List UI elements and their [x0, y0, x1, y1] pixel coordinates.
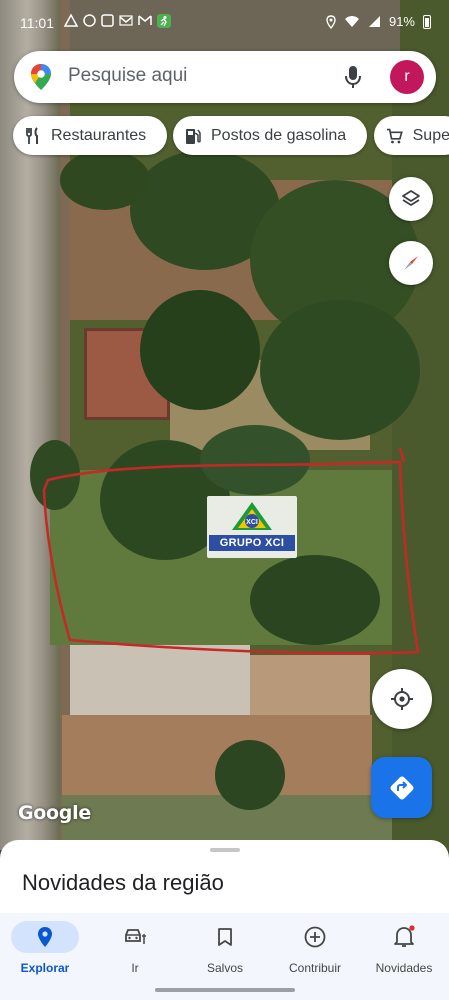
- nav-icon-wrap: [101, 921, 169, 953]
- status-time: 11:01: [20, 15, 54, 31]
- nav-item-contribuir[interactable]: Contribuir: [275, 913, 355, 983]
- fork-knife-icon: [26, 126, 38, 144]
- nav-item-explorar[interactable]: Explorar: [5, 913, 85, 983]
- chip-supermercados[interactable]: Supe: [374, 116, 449, 155]
- explore-pin-icon: [38, 927, 52, 947]
- nav-icon-wrap: [370, 921, 438, 953]
- nav-icon-wrap: [11, 921, 79, 953]
- search-input[interactable]: Pesquise aqui: [68, 65, 187, 87]
- bell-icon: [394, 925, 415, 947]
- chip-label: Supe: [412, 126, 449, 144]
- search-bar[interactable]: Pesquise aqui r: [14, 51, 436, 103]
- fitness-icon: [157, 14, 171, 28]
- battery-icon: [423, 14, 431, 29]
- sheet-title: Novidades da região: [22, 870, 224, 895]
- layers-icon: [402, 190, 420, 206]
- notification-icons: [64, 14, 171, 28]
- wifi-icon: [344, 16, 359, 27]
- nav-icon-wrap: [281, 921, 349, 953]
- chip-restaurantes[interactable]: Restaurantes: [13, 116, 167, 155]
- maps-pin-icon: [31, 64, 51, 90]
- notification-dot: [409, 925, 415, 931]
- status-bar: 11:01 91%: [0, 0, 449, 48]
- warning-icon: [64, 14, 78, 27]
- location-icon: [326, 14, 336, 29]
- battery-percent: 91%: [388, 14, 415, 29]
- nav-label: Salvos: [206, 961, 244, 975]
- status-right: 91%: [326, 14, 431, 29]
- download-icon: [101, 14, 114, 27]
- bottom-navigation: Explorar Ir Salvos Contribuir Novidades: [0, 913, 449, 1000]
- sheet-drag-handle[interactable]: [210, 848, 240, 852]
- my-location-button[interactable]: [372, 669, 432, 729]
- bookmark-icon: [218, 928, 232, 946]
- compass-icon: [404, 256, 418, 270]
- directions-button[interactable]: [371, 757, 432, 818]
- logo-text: GRUPO XCI: [209, 535, 295, 551]
- chip-label: Restaurantes: [51, 126, 147, 144]
- grupo-xci-logo: XCI GRUPO XCI: [207, 496, 297, 558]
- layers-button[interactable]: [389, 177, 433, 221]
- info-icon: [83, 14, 96, 27]
- gmail-icon: [138, 15, 152, 25]
- cart-icon: [386, 128, 403, 143]
- chip-label: Postos de gasolina: [211, 126, 347, 144]
- triangle-logo-icon: XCI: [232, 502, 272, 530]
- gas-station-icon: [186, 128, 201, 144]
- car-icon: [125, 929, 146, 944]
- nav-label: Novidades: [375, 961, 433, 975]
- avatar[interactable]: r: [390, 60, 424, 94]
- nav-item-ir[interactable]: Ir: [95, 913, 175, 983]
- nav-label: Ir: [131, 961, 139, 975]
- google-attribution: Google: [18, 802, 91, 824]
- directions-icon: [390, 776, 413, 799]
- chip-postos-de-gasolina[interactable]: Postos de gasolina: [173, 116, 367, 155]
- crosshair-icon: [391, 688, 413, 710]
- nav-icon-wrap: [191, 921, 259, 953]
- mic-icon[interactable]: [344, 65, 362, 89]
- nav-item-novidades[interactable]: Novidades: [364, 913, 444, 983]
- compass-button[interactable]: [389, 241, 433, 285]
- nav-label: Explorar: [20, 961, 70, 975]
- logo-small-text: XCI: [246, 519, 258, 526]
- gesture-bar: [155, 988, 295, 992]
- add-circle-icon: [304, 926, 326, 948]
- nav-item-salvos[interactable]: Salvos: [185, 913, 265, 983]
- signal-icon: [368, 16, 380, 27]
- nav-label: Contribuir: [288, 961, 342, 975]
- check-mail-icon: [119, 15, 133, 26]
